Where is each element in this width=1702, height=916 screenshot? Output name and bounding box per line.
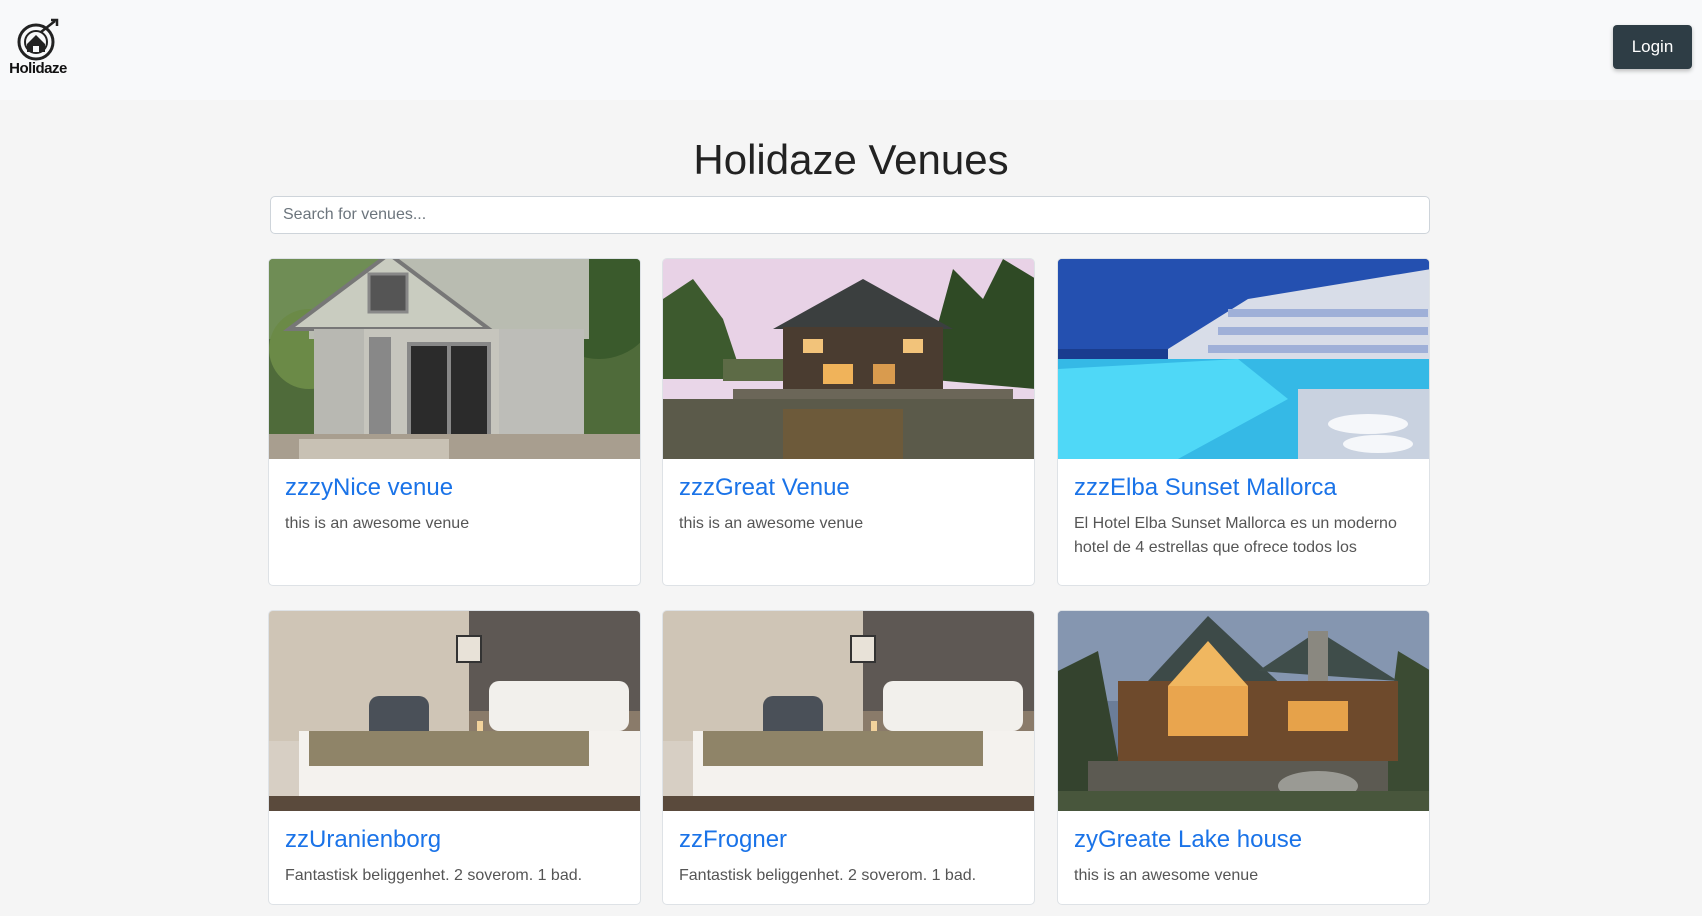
- venue-card[interactable]: zzFrogner Fantastisk beliggenhet. 2 sove…: [662, 610, 1035, 905]
- venue-description: Fantastisk beliggenhet. 2 soverom. 1 bad…: [679, 867, 977, 884]
- venue-description: this is an awesome venue: [679, 515, 864, 532]
- venue-title[interactable]: zzzGreat Venue: [679, 474, 1018, 502]
- venue-image[interactable]: [663, 611, 1034, 811]
- search-input[interactable]: [270, 196, 1430, 234]
- venue-card[interactable]: zzzyNice venue this is an awesome venue: [268, 258, 641, 586]
- venue-card[interactable]: zyGreate Lake house this is an awesome v…: [1057, 610, 1430, 905]
- venue-image[interactable]: [663, 259, 1034, 459]
- venue-description: this is an awesome venue: [285, 515, 470, 532]
- logo-icon: [17, 18, 59, 61]
- venue-title[interactable]: zyGreate Lake house: [1074, 826, 1413, 854]
- venue-card[interactable]: zzzGreat Venue this is an awesome venue: [662, 258, 1035, 586]
- venue-title[interactable]: zzUranienborg: [285, 826, 624, 854]
- venue-title[interactable]: zzzyNice venue: [285, 474, 624, 502]
- venue-image[interactable]: [269, 259, 640, 459]
- venue-title[interactable]: zzzElba Sunset Mallorca: [1074, 474, 1413, 502]
- venue-card[interactable]: zzzElba Sunset Mallorca El Hotel Elba Su…: [1057, 258, 1430, 586]
- page-title: Holidaze Venues: [693, 136, 1009, 183]
- venue-image[interactable]: [1058, 611, 1429, 811]
- venue-card[interactable]: zzUranienborg Fantastisk beliggenhet. 2 …: [268, 610, 641, 905]
- venue-description: El Hotel Elba Sunset Mallorca es un mode…: [1074, 515, 1397, 556]
- venue-description: Fantastisk beliggenhet. 2 soverom. 1 bad…: [285, 867, 583, 884]
- venue-title[interactable]: zzFrogner: [679, 826, 1018, 854]
- venue-image[interactable]: [1058, 259, 1429, 459]
- venue-image[interactable]: [269, 611, 640, 811]
- navbar: Holidaze Login: [0, 0, 1702, 100]
- login-button[interactable]: Login: [1613, 25, 1692, 69]
- holidaze-logo[interactable]: Holidaze: [4, 18, 72, 80]
- brand-name: Holidaze: [9, 60, 67, 77]
- venue-description: this is an awesome venue: [1074, 867, 1259, 884]
